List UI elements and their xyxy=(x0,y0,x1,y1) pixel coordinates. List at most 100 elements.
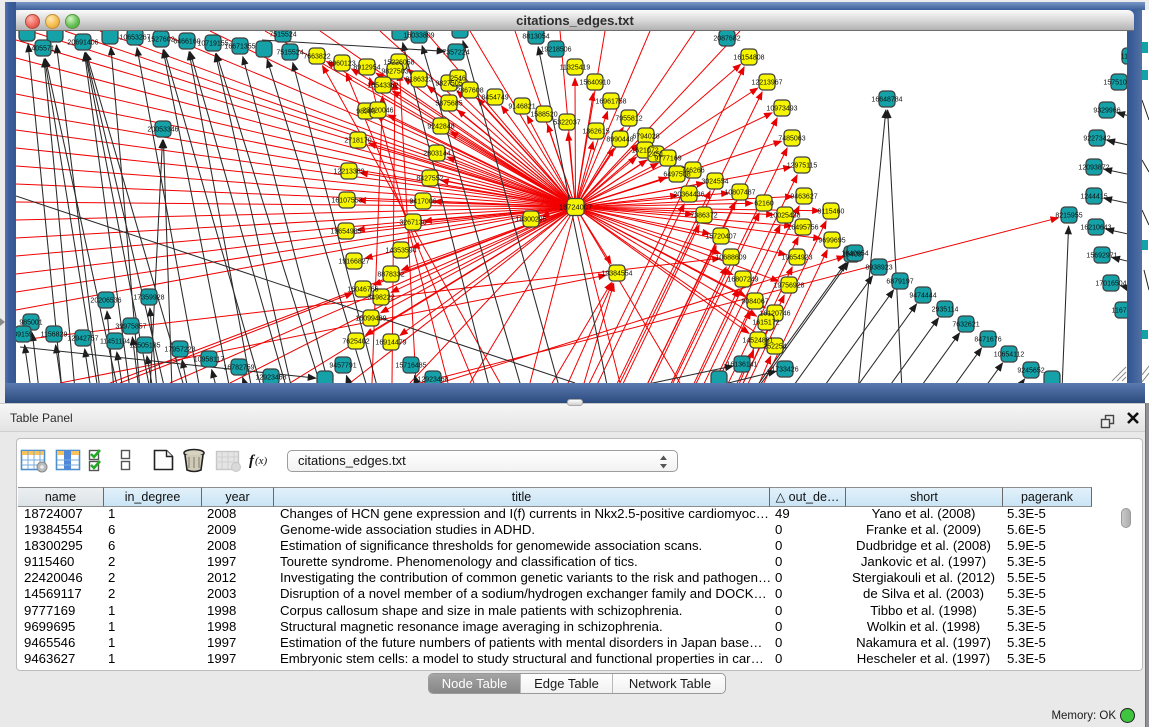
svg-text:16136141: 16136141 xyxy=(726,362,757,369)
svg-text:16782759: 16782759 xyxy=(223,365,254,372)
svg-text:20364436: 20364436 xyxy=(673,192,704,199)
svg-text:9084067: 9084067 xyxy=(741,299,768,306)
svg-text:2935114: 2935114 xyxy=(932,307,959,314)
svg-text:985001: 985001 xyxy=(19,320,42,327)
svg-text:16107553: 16107553 xyxy=(331,198,362,205)
svg-text:3024554: 3024554 xyxy=(701,179,728,186)
svg-text:62160: 62160 xyxy=(754,201,774,208)
svg-text:16914479: 16914479 xyxy=(375,340,406,347)
svg-text:10653267: 10653267 xyxy=(119,35,150,42)
svg-text:16961758: 16961758 xyxy=(595,99,626,106)
svg-text:12975115: 12975115 xyxy=(787,163,818,170)
svg-text:9115460: 9115460 xyxy=(818,209,845,216)
svg-text:9463627: 9463627 xyxy=(790,194,817,201)
svg-text:11325419: 11325419 xyxy=(560,65,591,72)
svg-text:18300295: 18300295 xyxy=(515,217,546,224)
svg-text:8912954: 8912954 xyxy=(353,65,380,72)
svg-text:9329966: 9329966 xyxy=(1093,108,1120,115)
svg-text:20691406: 20691406 xyxy=(67,40,98,47)
svg-text:15226058: 15226058 xyxy=(383,60,414,67)
svg-text:9699695: 9699695 xyxy=(818,238,845,245)
svg-text:19166827: 19166827 xyxy=(338,259,369,266)
svg-text:9146821: 9146821 xyxy=(508,104,535,111)
svg-text:20053346: 20053346 xyxy=(147,127,178,134)
svg-text:15692971: 15692971 xyxy=(1086,253,1117,260)
svg-text:10025438: 10025438 xyxy=(769,213,800,220)
svg-text:10973493: 10973493 xyxy=(766,106,797,113)
svg-text:10688609: 10688609 xyxy=(715,255,746,262)
svg-text:39159: 39159 xyxy=(16,332,33,339)
svg-text:15716485: 15716485 xyxy=(395,363,426,370)
svg-text:9457791: 9457791 xyxy=(329,363,356,370)
svg-text:2546: 2546 xyxy=(450,76,466,83)
svg-text:9227342: 9227342 xyxy=(1083,136,1110,143)
svg-text:8186323: 8186323 xyxy=(405,77,432,84)
svg-text:8813054: 8813054 xyxy=(522,34,549,41)
svg-text:3267130: 3267130 xyxy=(399,220,426,227)
svg-text:7515524: 7515524 xyxy=(269,32,296,39)
svg-text:7955812: 7955812 xyxy=(615,116,642,123)
svg-text:12505185: 12505185 xyxy=(129,343,160,350)
svg-text:16807249: 16807249 xyxy=(727,277,758,284)
svg-text:16033809: 16033809 xyxy=(403,33,434,40)
svg-text:1527602: 1527602 xyxy=(147,37,174,44)
svg-text:1615172: 1615172 xyxy=(752,320,779,327)
svg-text:2718170: 2718170 xyxy=(344,138,371,145)
svg-text:7625402: 7625402 xyxy=(342,339,369,346)
svg-text:16046766: 16046766 xyxy=(347,287,378,294)
svg-text:252254: 252254 xyxy=(763,344,786,351)
svg-text:19218506: 19218506 xyxy=(540,47,571,54)
svg-text:9777169: 9777169 xyxy=(654,156,681,163)
svg-text:6794028: 6794028 xyxy=(632,134,659,141)
svg-text:12923468: 12923468 xyxy=(255,375,286,382)
svg-text:1640954: 1640954 xyxy=(841,251,868,258)
svg-text:9827503: 9827503 xyxy=(381,69,408,76)
svg-text:8471676: 8471676 xyxy=(974,337,1001,344)
svg-text:18724007: 18724007 xyxy=(559,203,592,212)
svg-text:7386372: 7386372 xyxy=(690,213,717,220)
svg-text:8215955: 8215955 xyxy=(1055,213,1082,220)
svg-text:(x): (x) xyxy=(255,455,268,467)
svg-text:10958117: 10958117 xyxy=(194,357,225,364)
svg-text:16671355: 16671355 xyxy=(224,44,255,51)
svg-text:17957223: 17957223 xyxy=(164,347,195,354)
svg-text:20206536: 20206536 xyxy=(90,298,121,305)
svg-text:3498222: 3498222 xyxy=(367,295,394,302)
svg-text:15751074: 15751074 xyxy=(1103,80,1127,87)
svg-text:2087682: 2087682 xyxy=(713,36,740,43)
svg-text:7357224: 7357224 xyxy=(442,50,469,57)
svg-text:8427552: 8427552 xyxy=(416,176,443,183)
svg-text:19654923: 19654923 xyxy=(781,255,812,262)
svg-text:16495756: 16495756 xyxy=(787,225,818,232)
svg-text:11451194: 11451194 xyxy=(100,339,130,346)
svg-text:7515524: 7515524 xyxy=(276,50,303,57)
svg-text:2867608: 2867608 xyxy=(456,88,483,95)
svg-text:19384554: 19384554 xyxy=(601,271,632,278)
svg-text:16099489: 16099489 xyxy=(355,316,386,323)
svg-text:8938923: 8938923 xyxy=(865,265,892,272)
svg-text:15720407: 15720407 xyxy=(705,234,736,241)
svg-text:1362615: 1362615 xyxy=(582,129,609,136)
svg-text:8454749: 8454749 xyxy=(481,95,508,102)
svg-text:7485063: 7485063 xyxy=(778,136,805,143)
svg-text:39975857: 39975857 xyxy=(115,324,146,331)
svg-text:9474444: 9474444 xyxy=(909,293,936,300)
svg-text:12923468: 12923468 xyxy=(417,377,448,384)
svg-text:5322037: 5322037 xyxy=(553,120,580,127)
svg-text:12213389: 12213389 xyxy=(333,169,364,176)
svg-text:12213967: 12213967 xyxy=(751,80,782,87)
svg-text:1588520: 1588520 xyxy=(530,112,557,119)
svg-text:6879197: 6879197 xyxy=(886,279,913,286)
svg-text:9242848: 9242848 xyxy=(427,124,454,131)
svg-text:12942757: 12942757 xyxy=(67,336,98,343)
svg-text:16210643: 16210643 xyxy=(1080,225,1111,232)
svg-text:12093872: 12093872 xyxy=(1078,165,1109,172)
svg-text:14353594: 14353594 xyxy=(385,248,416,255)
svg-text:5875685: 5875685 xyxy=(435,101,462,108)
svg-text:9417006: 9417006 xyxy=(409,199,436,206)
svg-text:7632621: 7632621 xyxy=(952,322,979,329)
svg-text:16648784: 16648784 xyxy=(871,97,902,104)
svg-text:7663822: 7663822 xyxy=(303,54,330,61)
svg-text:19654985: 19654985 xyxy=(330,229,361,236)
svg-text:1156829: 1156829 xyxy=(41,332,68,339)
